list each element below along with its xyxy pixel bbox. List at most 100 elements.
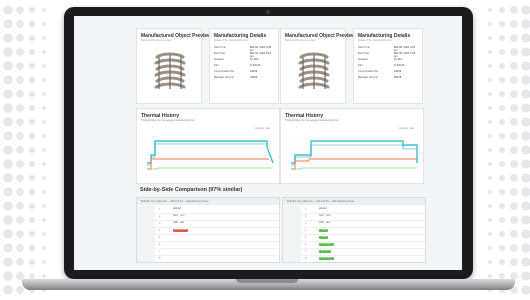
background-dot (3, 5, 13, 15)
background-dot (487, 189, 493, 195)
background-dot (16, 34, 24, 42)
comparison-table-right: Build file: box_lattice.bin — 2021-03-05… (282, 197, 426, 263)
zoom-controls[interactable]: zoom in | out (255, 127, 270, 130)
background-dot (29, 259, 35, 265)
thermal-chart[interactable] (285, 133, 421, 181)
background-dot (3, 159, 13, 169)
background-dot (29, 147, 35, 153)
background-dot (521, 61, 530, 71)
background-dot (41, 147, 47, 153)
thermal-subtitle: Thermal history for the selected manufac… (285, 119, 339, 122)
background-dot (487, 203, 493, 209)
background-dot (521, 89, 530, 99)
table-row[interactable]: 8 M109 S215 (283, 255, 425, 262)
background-dot (29, 119, 35, 125)
background-dot (29, 105, 35, 111)
background-dot (521, 229, 530, 239)
background-dot (521, 215, 530, 225)
background-dot (41, 77, 47, 83)
background-dot (16, 286, 24, 294)
background-dot (510, 20, 518, 28)
background-dot (16, 230, 24, 238)
background-dot (521, 117, 530, 127)
background-dot (510, 202, 518, 210)
background-dot (16, 104, 24, 112)
background-dot (29, 21, 35, 27)
background-dot (499, 189, 505, 195)
background-dot (487, 217, 493, 223)
background-dot (521, 103, 530, 113)
background-dot (510, 188, 518, 196)
background-dot (29, 63, 35, 69)
laptop-notch (236, 279, 298, 283)
background-dot (29, 175, 35, 181)
background-dot (521, 173, 530, 183)
background-dot (3, 243, 13, 253)
background-dot (487, 147, 493, 153)
background-dot (487, 231, 493, 237)
background-dot (510, 230, 518, 238)
background-dot (521, 159, 530, 169)
details-subtitle: Details of the manufacturing run (358, 39, 392, 42)
comparison-title: Side-by-Side Comparison (97% similar) (140, 187, 243, 193)
background-dot (499, 231, 505, 237)
background-dot (487, 133, 493, 139)
svg-text:·: · (155, 176, 156, 178)
background-dot (16, 62, 24, 70)
preview-card-1: Manufactured Object Preview Rendered 3D … (136, 28, 211, 104)
detail-row: Part Ti-6Al-4V (214, 64, 261, 67)
comparison-table-left: Build file: box_lattice.bin — 2021-03-04… (136, 197, 280, 263)
background-dot (499, 119, 505, 125)
background-dot (3, 215, 13, 225)
thermal-chart[interactable]: · · · · · · (141, 133, 277, 181)
background-dot (3, 47, 13, 57)
background-dot (16, 188, 24, 196)
background-dot (29, 217, 35, 223)
background-dot (29, 231, 35, 237)
background-dot (3, 187, 13, 197)
svg-text:·: · (215, 176, 216, 178)
background-dot (41, 7, 47, 13)
zoom-controls[interactable]: zoom in | out (399, 127, 414, 130)
detail-row: Commanded Part 43419 (214, 70, 258, 73)
background-dot (3, 257, 13, 267)
background-dot (3, 145, 13, 155)
background-dot (510, 258, 518, 266)
background-dot (510, 34, 518, 42)
background-dot (16, 146, 24, 154)
added-line-badge: M140 (319, 236, 329, 239)
background-dot (510, 174, 518, 182)
background-dot (16, 244, 24, 252)
added-line-badge: M109 S215 (319, 257, 335, 260)
background-dot (510, 244, 518, 252)
background-dot (29, 7, 35, 13)
lattice-object-image[interactable] (151, 51, 189, 95)
background-dot (510, 62, 518, 70)
background-dot (521, 271, 530, 281)
background-dot (3, 285, 13, 295)
background-dot (16, 6, 24, 14)
background-dot (510, 48, 518, 56)
background-dot (3, 271, 13, 281)
background-dot (499, 7, 505, 13)
background-dot (487, 49, 493, 55)
lattice-object-image[interactable] (295, 51, 333, 95)
thermal-subtitle: Thermal history for the selected manufac… (141, 119, 195, 122)
background-dot (41, 105, 47, 111)
background-dot (510, 118, 518, 126)
background-dot (487, 77, 493, 83)
background-dot (499, 63, 505, 69)
background-dot (3, 75, 13, 85)
background-dot (41, 245, 47, 251)
detail-row: Duration 1h 21m (358, 58, 403, 61)
background-dot (487, 7, 493, 13)
background-dot (41, 231, 47, 237)
svg-text:·: · (255, 176, 256, 178)
background-dot (487, 35, 493, 41)
background-dot (487, 105, 493, 111)
background-dot (29, 133, 35, 139)
background-dot (510, 90, 518, 98)
table-row[interactable]: 8 (137, 255, 279, 262)
background-dot (41, 119, 47, 125)
background-dot (521, 187, 530, 197)
